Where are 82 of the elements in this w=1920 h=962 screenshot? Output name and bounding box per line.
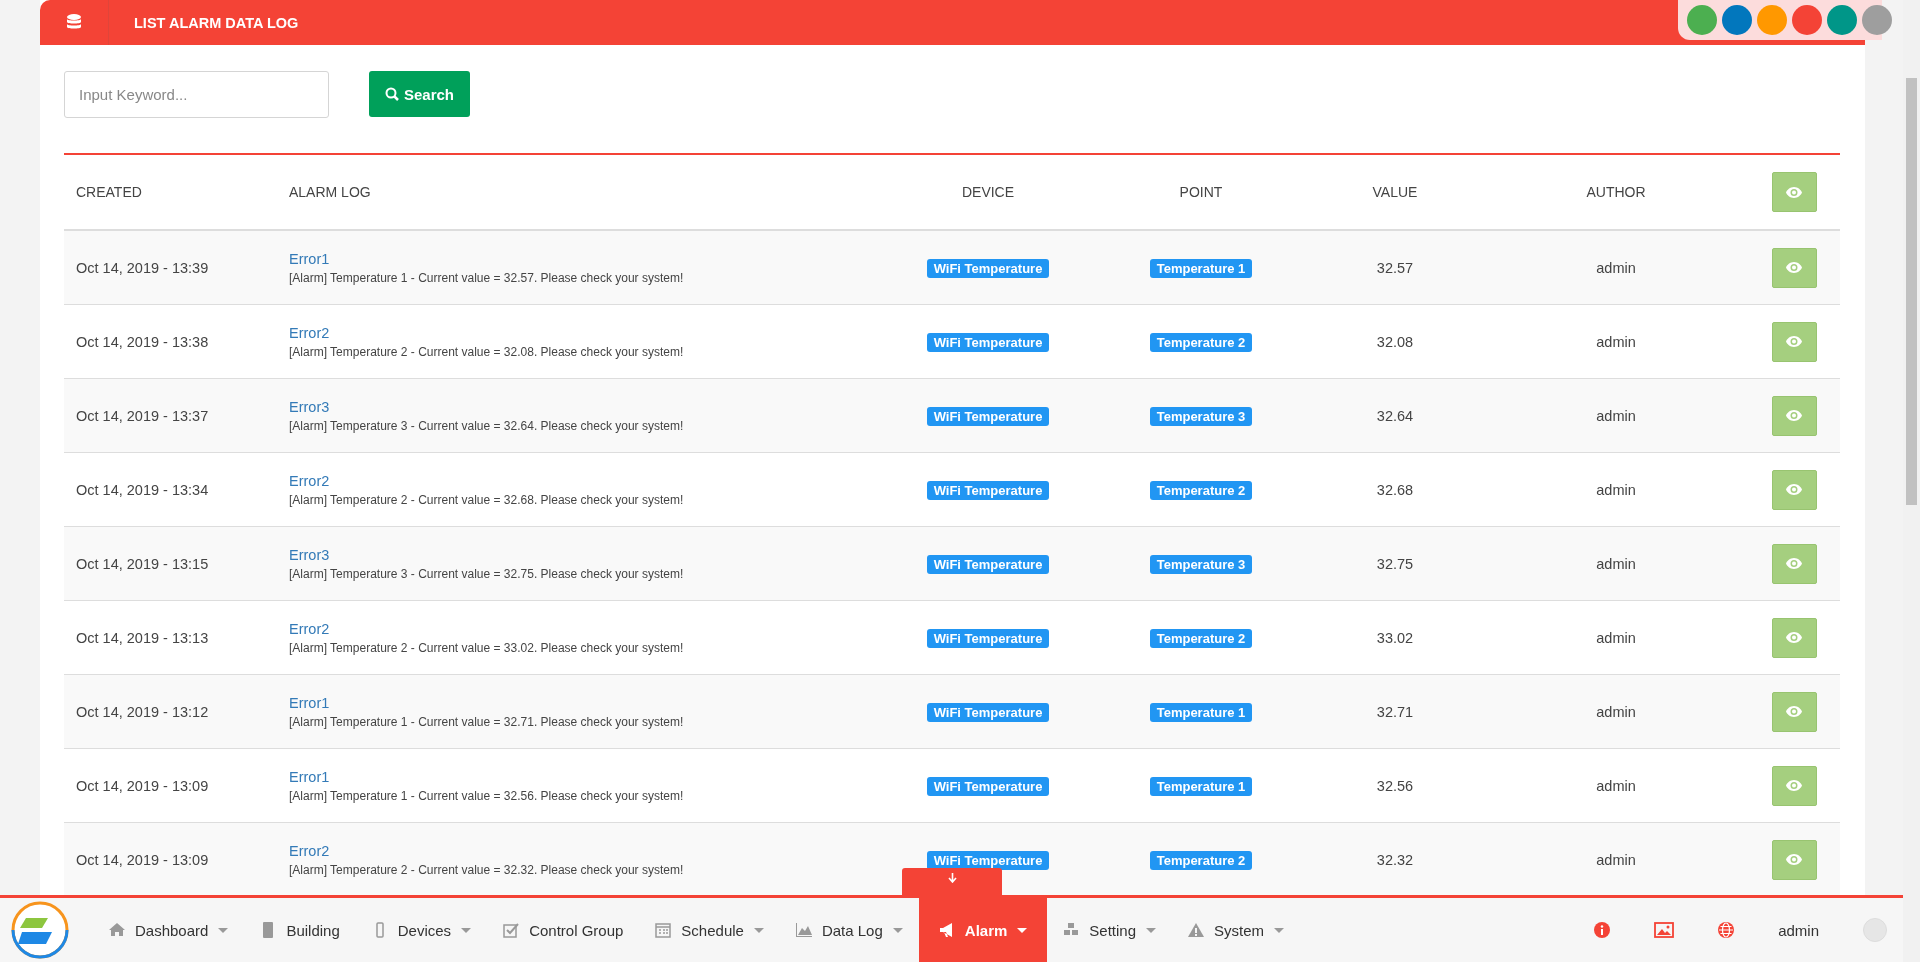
nav-menu-item[interactable]: Devices bbox=[355, 898, 488, 962]
keyword-input[interactable]: Input Keyword... bbox=[64, 71, 329, 118]
device-badge: WiFi Temperature bbox=[926, 406, 1050, 426]
alarm-title-link[interactable]: Error1 bbox=[289, 768, 880, 785]
created-date: Oct 14, 2019 - 13:37 bbox=[75, 407, 210, 424]
point-badge: Temperature 1 bbox=[1149, 776, 1253, 796]
value-text: 32.75 bbox=[1376, 555, 1414, 572]
alarm-message: [Alarm] Temperature 3 - Current value = 32.75. Please check your system! bbox=[289, 566, 685, 581]
column-header: POINT bbox=[1178, 184, 1224, 200]
point-badge: Temperature 2 bbox=[1149, 850, 1253, 870]
device-badge: WiFi Temperature bbox=[926, 480, 1050, 500]
value-text: 32.71 bbox=[1376, 703, 1414, 720]
point-badge: Temperature 1 bbox=[1149, 702, 1253, 722]
search-button[interactable]: Search bbox=[369, 71, 471, 117]
created-date: Oct 14, 2019 - 13:38 bbox=[75, 333, 210, 350]
point-badge: Temperature 2 bbox=[1149, 332, 1253, 352]
device-badge: WiFi Temperature bbox=[926, 702, 1050, 722]
nav-menu-item[interactable]: Building bbox=[244, 898, 356, 962]
nav-menu-item[interactable]: Schedule bbox=[639, 898, 780, 962]
alarm-title-link[interactable]: Error2 bbox=[289, 472, 880, 489]
nav-menu-item[interactable]: Dashboard bbox=[93, 898, 245, 962]
alarm-message: [Alarm] Temperature 2 - Current value = 32.68. Please check your system! bbox=[289, 492, 685, 507]
author-text: admin bbox=[1596, 555, 1636, 572]
created-date: Oct 14, 2019 - 13:09 bbox=[75, 777, 210, 794]
alarm-message: [Alarm] Temperature 2 - Current value = 32.08. Please check your system! bbox=[289, 344, 685, 359]
nav-menu-item[interactable]: Data Log bbox=[779, 898, 919, 962]
author-text: admin bbox=[1596, 407, 1636, 424]
author-text: admin bbox=[1596, 777, 1636, 794]
page-title: LIST ALARM DATA LOG bbox=[134, 14, 299, 31]
column-header: ALARM LOG bbox=[288, 184, 372, 200]
alarm-title-link[interactable]: Error2 bbox=[289, 620, 880, 637]
point-badge: Temperature 2 bbox=[1149, 628, 1253, 648]
value-text: 32.32 bbox=[1376, 851, 1414, 868]
alarm-message: [Alarm] Temperature 1 - Current value = 32.57. Please check your system! bbox=[289, 270, 685, 285]
author-text: admin bbox=[1596, 629, 1636, 646]
column-header: VALUE bbox=[1371, 184, 1419, 200]
nav-menu-item[interactable]: Setting bbox=[1047, 898, 1173, 962]
device-badge: WiFi Temperature bbox=[926, 332, 1050, 352]
device-badge: WiFi Temperature bbox=[926, 776, 1050, 796]
alarm-message: [Alarm] Temperature 3 - Current value = 32.64. Please check your system! bbox=[289, 418, 685, 433]
alarm-title-link[interactable]: Error3 bbox=[289, 398, 880, 415]
device-badge: WiFi Temperature bbox=[926, 850, 1050, 870]
value-text: 32.57 bbox=[1376, 259, 1414, 276]
author-text: admin bbox=[1596, 703, 1636, 720]
created-date: Oct 14, 2019 - 13:09 bbox=[75, 851, 210, 868]
value-text: 32.08 bbox=[1376, 333, 1414, 350]
value-text: 32.64 bbox=[1376, 407, 1414, 424]
alarm-message: [Alarm] Temperature 2 - Current value = 32.32. Please check your system! bbox=[289, 862, 685, 877]
alarm-title-link[interactable]: Error1 bbox=[289, 250, 880, 267]
alarm-title-link[interactable]: Error1 bbox=[289, 694, 880, 711]
device-badge: WiFi Temperature bbox=[926, 628, 1050, 648]
created-date: Oct 14, 2019 - 13:12 bbox=[75, 703, 210, 720]
nav-menu-item[interactable]: Control Group bbox=[487, 898, 640, 962]
alarm-message: [Alarm] Temperature 2 - Current value = 33.02. Please check your system! bbox=[289, 640, 685, 655]
point-badge: Temperature 1 bbox=[1149, 258, 1253, 278]
column-header: CREATED bbox=[75, 184, 143, 200]
device-badge: WiFi Temperature bbox=[926, 258, 1050, 278]
alarm-title-link[interactable]: Error2 bbox=[289, 324, 880, 341]
nav-menu-item[interactable]: Alarm bbox=[918, 898, 1048, 962]
created-date: Oct 14, 2019 - 13:34 bbox=[75, 481, 210, 498]
point-badge: Temperature 3 bbox=[1149, 406, 1253, 426]
point-badge: Temperature 2 bbox=[1149, 480, 1253, 500]
device-badge: WiFi Temperature bbox=[926, 554, 1050, 574]
point-badge: Temperature 3 bbox=[1149, 554, 1253, 574]
author-text: admin bbox=[1596, 259, 1636, 276]
created-date: Oct 14, 2019 - 13:15 bbox=[75, 555, 210, 572]
alarm-title-link[interactable]: Error3 bbox=[289, 546, 880, 563]
nav-menu-item[interactable]: System bbox=[1172, 898, 1301, 962]
column-header: AUTHOR bbox=[1585, 184, 1647, 200]
value-text: 33.02 bbox=[1376, 629, 1414, 646]
alarm-message: [Alarm] Temperature 1 - Current value = 32.56. Please check your system! bbox=[289, 788, 685, 803]
alarm-message: [Alarm] Temperature 1 - Current value = 32.71. Please check your system! bbox=[289, 714, 685, 729]
column-header: DEVICE bbox=[960, 184, 1016, 200]
author-text: admin bbox=[1596, 851, 1636, 868]
author-text: admin bbox=[1596, 333, 1636, 350]
alarm-title-link[interactable]: Error2 bbox=[289, 842, 880, 859]
value-text: 32.68 bbox=[1376, 481, 1414, 498]
value-text: 32.56 bbox=[1376, 777, 1414, 794]
user-name[interactable]: admin bbox=[1778, 921, 1819, 939]
author-text: admin bbox=[1596, 481, 1636, 498]
created-date: Oct 14, 2019 - 13:39 bbox=[75, 259, 210, 276]
created-date: Oct 14, 2019 - 13:13 bbox=[75, 629, 210, 646]
